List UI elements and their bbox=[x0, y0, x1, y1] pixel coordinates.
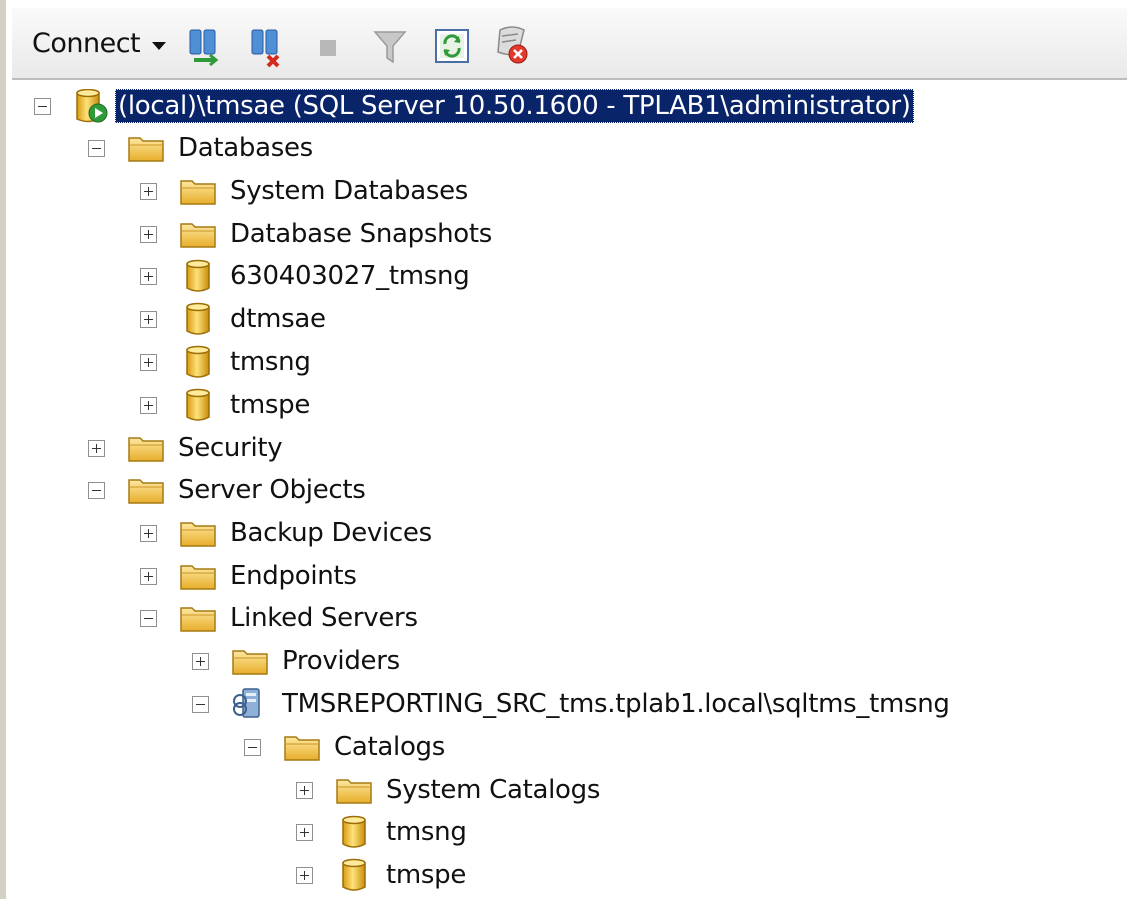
folder-icon bbox=[179, 174, 217, 208]
tree-node-label: Endpoints bbox=[230, 561, 357, 591]
tree-node-catalog[interactable]: tmsng bbox=[296, 814, 470, 850]
expand-icon[interactable] bbox=[296, 866, 313, 884]
tree-node-database-snapshots[interactable]: Database Snapshots bbox=[140, 216, 495, 252]
object-explorer-toolbar: Connect bbox=[12, 8, 1127, 80]
expand-icon[interactable] bbox=[140, 353, 157, 371]
database-icon bbox=[335, 858, 373, 892]
tree-node-label: Providers bbox=[282, 646, 400, 676]
tree-node-label: Linked Servers bbox=[230, 603, 418, 633]
tree-node-label: TMSREPORTING_SRC_tms.tplab1.local\sqltms… bbox=[282, 689, 950, 719]
expand-icon[interactable] bbox=[140, 396, 157, 414]
folder-icon bbox=[179, 559, 217, 593]
tree-node-server[interactable]: (local)\tmsae (SQL Server 10.50.1600 - T… bbox=[34, 88, 914, 124]
tree-node-database[interactable]: 630403027_tmsng bbox=[140, 258, 472, 294]
collapse-icon[interactable] bbox=[34, 97, 51, 115]
folder-icon bbox=[127, 473, 165, 507]
server-node-label[interactable]: (local)\tmsae (SQL Server 10.50.1600 - T… bbox=[115, 89, 914, 123]
tree-node-label: System Catalogs bbox=[386, 775, 601, 805]
tree-node-label: Databases bbox=[178, 133, 313, 163]
connect-button[interactable]: Connect bbox=[32, 28, 141, 60]
tree-node-label: Security bbox=[178, 433, 283, 463]
object-explorer-panel: Connect (local)\tmsae (SQL Server 10.50.… bbox=[0, 0, 1127, 899]
database-icon bbox=[179, 302, 217, 336]
folder-icon bbox=[127, 431, 165, 465]
tree-node-server-objects[interactable]: Server Objects bbox=[88, 472, 369, 508]
stop-icon[interactable] bbox=[308, 24, 348, 68]
sync-activity-icon[interactable] bbox=[492, 24, 532, 68]
tree-node-label: 630403027_tmsng bbox=[230, 261, 470, 291]
tree-node-label: dtmsae bbox=[230, 304, 326, 334]
tree-node-database[interactable]: tmspe bbox=[140, 387, 313, 423]
object-explorer-tree: (local)\tmsae (SQL Server 10.50.1600 - T… bbox=[12, 80, 1127, 899]
tree-node-database[interactable]: dtmsae bbox=[140, 301, 329, 337]
folder-icon bbox=[335, 773, 373, 807]
tree-node-linked-servers[interactable]: Linked Servers bbox=[140, 600, 421, 636]
database-icon bbox=[179, 259, 217, 293]
linked-server-icon bbox=[233, 688, 260, 718]
expand-icon[interactable] bbox=[140, 310, 157, 328]
expand-icon[interactable] bbox=[140, 267, 157, 285]
tree-node-database[interactable]: tmsng bbox=[140, 344, 314, 380]
tree-node-security[interactable]: Security bbox=[88, 430, 285, 466]
collapse-icon[interactable] bbox=[192, 695, 209, 713]
expand-icon[interactable] bbox=[140, 524, 157, 542]
folder-icon bbox=[231, 644, 269, 678]
tree-node-providers[interactable]: Providers bbox=[192, 643, 403, 679]
expand-icon[interactable] bbox=[140, 182, 157, 200]
database-icon bbox=[179, 388, 217, 422]
collapse-icon[interactable] bbox=[244, 738, 261, 756]
connect-object-explorer-icon[interactable] bbox=[184, 24, 224, 68]
folder-icon bbox=[179, 516, 217, 550]
server-icon bbox=[76, 89, 108, 123]
folder-icon bbox=[179, 217, 217, 251]
tree-node-label: Catalogs bbox=[334, 732, 445, 762]
disconnect-icon[interactable] bbox=[246, 24, 286, 68]
expand-icon[interactable] bbox=[192, 652, 209, 670]
database-icon bbox=[335, 815, 373, 849]
tree-node-linked-server[interactable]: TMSREPORTING_SRC_tms.tplab1.local\sqltms… bbox=[192, 686, 953, 722]
tree-node-databases[interactable]: Databases bbox=[88, 130, 316, 166]
expand-icon[interactable] bbox=[140, 225, 157, 243]
filter-icon[interactable] bbox=[370, 24, 410, 68]
expand-icon[interactable] bbox=[140, 567, 157, 585]
folder-icon bbox=[179, 601, 217, 635]
database-icon bbox=[179, 345, 217, 379]
expand-icon[interactable] bbox=[296, 823, 313, 841]
tree-node-label: tmsng bbox=[230, 347, 311, 377]
expand-icon[interactable] bbox=[88, 439, 105, 457]
refresh-icon[interactable] bbox=[432, 24, 472, 68]
tree-node-label: tmsng bbox=[386, 817, 467, 847]
tree-node-label: tmspe bbox=[230, 390, 311, 420]
folder-icon bbox=[127, 131, 165, 165]
collapse-icon[interactable] bbox=[140, 609, 157, 627]
tree-node-label: Backup Devices bbox=[230, 518, 432, 548]
tree-node-label: System Databases bbox=[230, 176, 469, 206]
tree-node-label: Database Snapshots bbox=[230, 219, 493, 249]
tree-node-catalog[interactable]: tmspe bbox=[296, 857, 469, 893]
tree-node-label: Server Objects bbox=[178, 475, 366, 505]
collapse-icon[interactable] bbox=[88, 139, 105, 157]
tree-node-system-databases[interactable]: System Databases bbox=[140, 173, 471, 209]
folder-icon bbox=[283, 730, 321, 764]
tree-node-catalogs[interactable]: Catalogs bbox=[244, 729, 448, 765]
tree-node-system-catalogs[interactable]: System Catalogs bbox=[296, 772, 603, 808]
collapse-icon[interactable] bbox=[88, 481, 105, 499]
expand-icon[interactable] bbox=[296, 781, 313, 799]
tree-node-label: tmspe bbox=[386, 860, 467, 890]
tree-node-backup-devices[interactable]: Backup Devices bbox=[140, 515, 435, 551]
connect-dropdown-icon[interactable] bbox=[152, 42, 166, 50]
tree-node-endpoints[interactable]: Endpoints bbox=[140, 558, 360, 594]
